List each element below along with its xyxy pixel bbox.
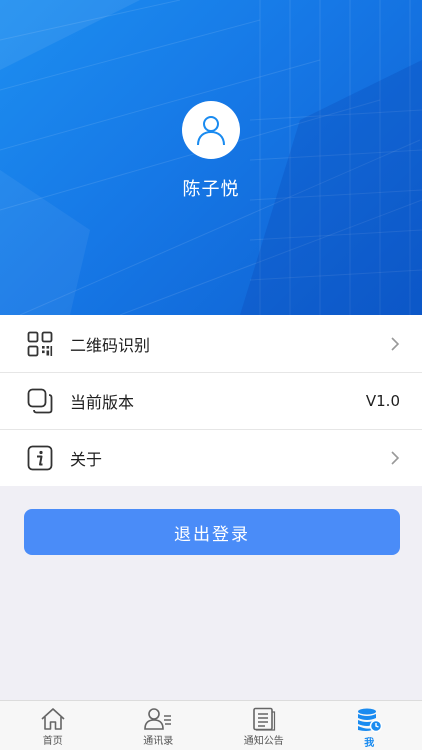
- user-icon: [197, 116, 225, 146]
- contacts-icon: [144, 708, 172, 730]
- logout-button[interactable]: 退出登录: [24, 509, 400, 555]
- version-value: V1.0: [365, 391, 400, 410]
- menu-item-label: 关于: [70, 449, 103, 469]
- tab-label: 我: [364, 738, 375, 749]
- avatar[interactable]: [182, 101, 240, 159]
- bottom-tab-bar: 首页 通讯录 通知公告 我: [0, 700, 422, 750]
- chevron-right-icon: [391, 450, 400, 465]
- settings-menu: 二维码识别 当前版本 V1.0 关于: [0, 315, 422, 486]
- menu-item-qr-scan[interactable]: 二维码识别: [0, 315, 422, 372]
- tab-me[interactable]: 我: [317, 701, 422, 750]
- me-icon: [358, 708, 383, 733]
- tab-contacts[interactable]: 通讯录: [106, 701, 212, 750]
- home-icon: [41, 708, 65, 730]
- chevron-right-icon: [391, 336, 400, 351]
- qr-code-icon: [26, 330, 54, 358]
- version-icon: [26, 387, 54, 415]
- tab-label: 通知公告: [243, 736, 284, 747]
- profile-header: 陈子悦: [0, 0, 422, 315]
- menu-item-label: 二维码识别: [70, 335, 151, 355]
- tab-home[interactable]: 首页: [0, 701, 106, 750]
- info-icon: [26, 444, 54, 472]
- menu-item-version[interactable]: 当前版本 V1.0: [0, 372, 422, 429]
- user-name: 陈子悦: [182, 179, 240, 200]
- tab-label: 通讯录: [143, 736, 174, 747]
- menu-item-label: 当前版本: [70, 392, 135, 412]
- menu-item-about[interactable]: 关于: [0, 429, 422, 486]
- tab-notices[interactable]: 通知公告: [211, 701, 317, 750]
- tab-label: 首页: [42, 736, 63, 747]
- notice-icon: [252, 707, 275, 731]
